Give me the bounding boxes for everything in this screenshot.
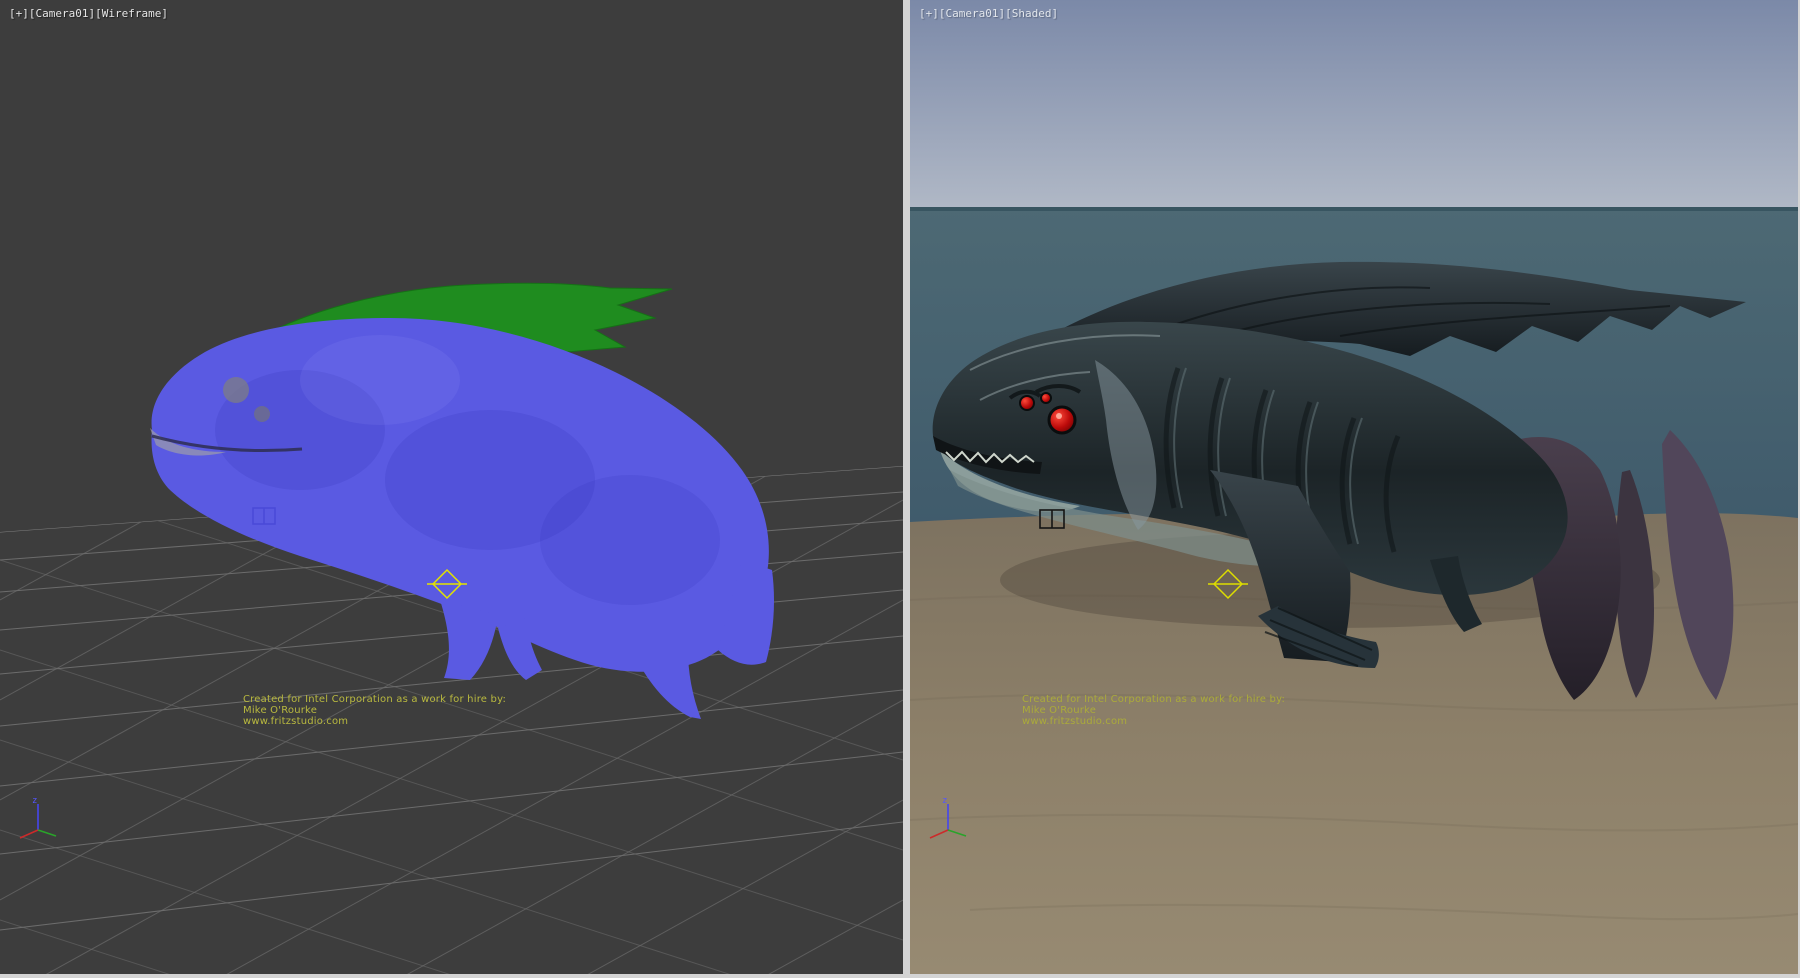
sky-region [910,0,1798,208]
fish-wireframe-model[interactable] [150,318,774,719]
shaded-scene-canvas[interactable] [910,0,1798,974]
axis-z-label: z [942,796,947,806]
scene-credit-text: Created for Intel Corporation as a work … [1022,694,1285,727]
fish-eye-left-small [254,406,270,422]
credit-line-3: www.fritzstudio.com [1022,716,1285,727]
world-axis-tripod: z [12,792,64,844]
credit-line-1: Created for Intel Corporation as a work … [1022,694,1285,705]
credit-line-2: Mike O'Rourke [1022,705,1285,716]
viewport-menu-button[interactable]: [+] [9,7,29,20]
viewport-label: [+][Camera01][Wireframe] [9,8,168,20]
viewport-menu-button[interactable]: [+] [919,7,939,20]
viewport-shaded[interactable]: [+][Camera01][Shaded] [910,0,1798,974]
axis-z-label: z [32,796,37,806]
fish-eye-main [1049,407,1075,433]
wireframe-scene-canvas[interactable] [0,0,903,974]
credit-line-3: www.fritzstudio.com [243,716,506,727]
viewport-shading-menu[interactable]: [Wireframe] [95,7,168,20]
fish-eye-tertiary [1041,393,1051,403]
viewport-splitter[interactable] [903,0,910,974]
viewport-camera-menu[interactable]: [Camera01] [939,7,1005,20]
fish-eye-left-large [223,377,249,403]
viewport-label: [+][Camera01][Shaded] [919,8,1058,20]
viewport-shading-menu[interactable]: [Shaded] [1005,7,1058,20]
fish-eye-secondary [1020,396,1034,410]
viewport-wireframe[interactable]: [+][Camera01][Wireframe] [0,0,903,974]
viewport-camera-menu[interactable]: [Camera01] [29,7,95,20]
credit-line-1: Created for Intel Corporation as a work … [243,694,506,705]
credit-line-2: Mike O'Rourke [243,705,506,716]
scene-credit-text: Created for Intel Corporation as a work … [243,694,506,727]
world-axis-tripod: z [922,792,974,844]
dual-viewport-stage: [+][Camera01][Wireframe] [0,0,1800,978]
